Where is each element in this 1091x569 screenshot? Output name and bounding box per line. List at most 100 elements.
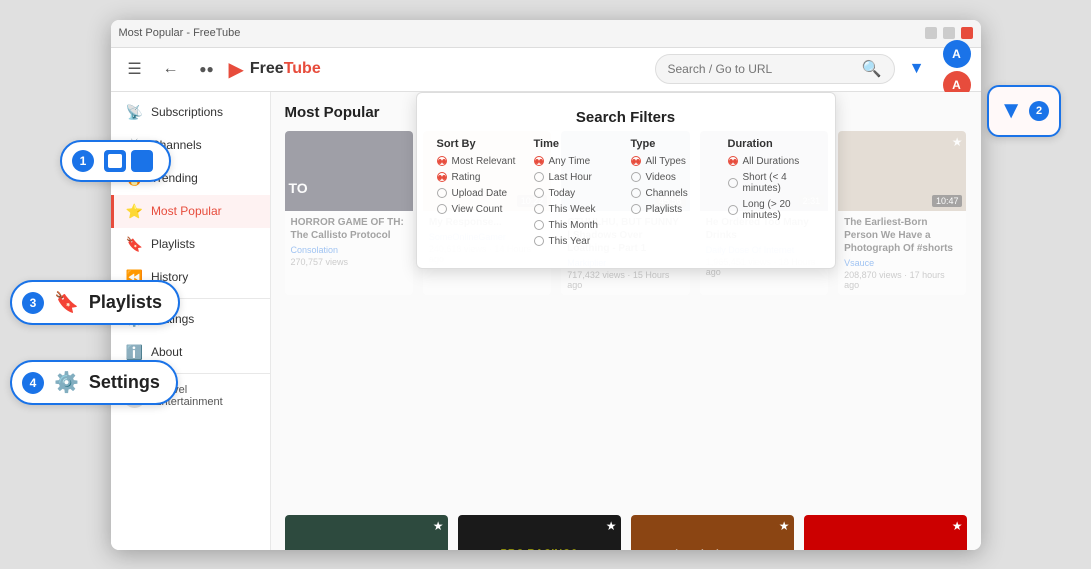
star-icon-9: ★ xyxy=(952,519,963,533)
nav-dots[interactable]: ●● xyxy=(193,55,221,83)
radio-videos xyxy=(631,172,641,182)
sidebar-label-subscriptions: Subscriptions xyxy=(151,105,223,119)
video-card-1[interactable]: TO HORROR GAME OF TH: The Callisto Proto… xyxy=(285,131,413,295)
sidebar-item-playlists[interactable]: 🔖 Playlists xyxy=(111,228,270,261)
filter-playlists[interactable]: Playlists xyxy=(631,204,718,215)
video-thumb-7: ★ 14:80 PRO RACING? xyxy=(458,515,621,550)
sidebar-label-playlists: Playlists xyxy=(151,237,195,251)
type-label: Type xyxy=(631,138,718,150)
filter-upload-date-label: Upload Date xyxy=(452,188,508,199)
video-card-6[interactable]: ★ 1:53 Soldering tips from FUTO workshop… xyxy=(285,515,448,550)
logo: ▶ FreeTube xyxy=(229,57,321,82)
sidebar-item-most-popular[interactable]: ⭐ Most Popular xyxy=(111,195,270,228)
video-card-8[interactable]: ★ 7:37 What's in the BOX? What's Inside … xyxy=(631,515,794,550)
callout-number-1: 1 xyxy=(72,150,94,172)
filter-button[interactable]: ▼ xyxy=(903,55,931,83)
filter-this-month-label: This Month xyxy=(549,220,598,231)
video-meta-1: 270,757 views xyxy=(291,257,407,267)
radio-all-durations xyxy=(728,156,738,166)
video-meta-3: 717,432 views · 15 Hours ago xyxy=(567,270,683,290)
filter-all-durations[interactable]: All Durations xyxy=(728,156,815,167)
radio-most-relevant xyxy=(437,156,447,166)
freetube-logo-icon: ▶ xyxy=(229,57,244,82)
star-icon-8: ★ xyxy=(779,519,790,533)
filter-funnel-icon: ▼ xyxy=(999,97,1023,125)
radio-this-week xyxy=(534,204,544,214)
radio-this-year xyxy=(534,236,544,246)
subscriptions-icon: 📡 xyxy=(126,104,143,121)
filter-this-month[interactable]: This Month xyxy=(534,220,621,231)
sidebar-label-about: About xyxy=(151,345,182,359)
radio-all-types xyxy=(631,156,641,166)
radio-view-count xyxy=(437,204,447,214)
main-content: Most Popular TO HORROR GAME OF TH: The C… xyxy=(271,92,981,550)
search-input[interactable] xyxy=(668,62,856,76)
callout-2-filter: ▼ 2 xyxy=(987,85,1061,137)
filter-long-label: Long (> 20 minutes) xyxy=(743,199,815,221)
filter-this-year[interactable]: This Year xyxy=(534,236,621,247)
filter-short-label: Short (< 4 minutes) xyxy=(743,172,815,194)
video-thumb-6: ★ 1:53 xyxy=(285,515,448,550)
video-card-5[interactable]: 10:47 ★ The Earliest-Born Person We Have… xyxy=(838,131,966,295)
close-button[interactable] xyxy=(961,27,973,39)
sidebar-item-subscriptions[interactable]: 📡 Subscriptions xyxy=(111,96,270,129)
back-button[interactable]: ← xyxy=(157,55,185,83)
callout-settings-label: Settings xyxy=(89,372,160,393)
filter-playlists-label: Playlists xyxy=(646,204,683,215)
radio-long xyxy=(728,205,738,215)
video-card-7[interactable]: ★ 14:80 PRO RACING? Is this worth the ex… xyxy=(458,515,621,550)
filter-rating-label: Rating xyxy=(452,172,481,183)
radio-upload-date xyxy=(437,188,447,198)
logo-tube: Tube xyxy=(284,60,321,77)
racing-thumb-text: PRO RACING? xyxy=(501,548,578,549)
search-bar[interactable]: 🔍 xyxy=(655,54,895,84)
filter-channels[interactable]: Channels xyxy=(631,188,718,199)
filter-rating[interactable]: Rating xyxy=(437,172,524,183)
about-icon: ℹ️ xyxy=(126,344,143,361)
filter-today[interactable]: Today xyxy=(534,188,621,199)
filter-any-time-label: Any Time xyxy=(549,156,591,167)
title-bar: Most Popular - FreeTube xyxy=(111,20,981,48)
callout-number-3: 3 xyxy=(22,292,44,314)
sidebar-label-most-popular: Most Popular xyxy=(151,204,222,218)
maximize-button[interactable] xyxy=(943,27,955,39)
filter-videos-label: Videos xyxy=(646,172,676,183)
playlists-callout-icon: 🔖 xyxy=(54,290,79,315)
filter-col-time: Time Any Time Last Hour Today xyxy=(534,138,621,252)
filter-short[interactable]: Short (< 4 minutes) xyxy=(728,172,815,194)
video-thumb-1: TO xyxy=(285,131,413,211)
callout-number-4: 4 xyxy=(22,372,44,394)
filter-all-types[interactable]: All Types xyxy=(631,156,718,167)
radio-any-time xyxy=(534,156,544,166)
avatar-top[interactable]: A xyxy=(943,40,971,68)
box-thumb-text: What's in the BOX? xyxy=(666,549,758,550)
menu-button[interactable]: ☰ xyxy=(121,55,149,83)
search-icon: 🔍 xyxy=(862,59,882,79)
radio-rating xyxy=(437,172,447,182)
minimize-button[interactable] xyxy=(925,27,937,39)
logo-free: Free xyxy=(250,60,284,77)
filter-today-label: Today xyxy=(549,188,576,199)
callout-number-2: 2 xyxy=(1029,101,1049,121)
filter-col-sort-by: Sort By Most Relevant Rating Upload Date xyxy=(437,138,524,252)
callout-4: 4 ⚙️ Settings xyxy=(10,360,178,405)
filter-view-count[interactable]: View Count xyxy=(437,204,524,215)
video-duration-5: 10:47 xyxy=(932,195,963,207)
filter-any-time[interactable]: Any Time xyxy=(534,156,621,167)
sort-by-label: Sort By xyxy=(437,138,524,150)
search-filters-panel: Search Filters Sort By Most Relevant Rat… xyxy=(416,92,836,269)
callout-playlists-label: Playlists xyxy=(89,292,162,313)
duration-label: Duration xyxy=(728,138,815,150)
window-title: Most Popular - FreeTube xyxy=(119,27,241,39)
filter-videos[interactable]: Videos xyxy=(631,172,718,183)
video-thumb-8: ★ 7:37 What's in the BOX? xyxy=(631,515,794,550)
filter-upload-date[interactable]: Upload Date xyxy=(437,188,524,199)
video-card-9[interactable]: ★ 15:46 FREE UPGRADE I'm Embarrassed I D… xyxy=(804,515,967,550)
video-info-1: HORROR GAME OF TH: The Callisto Protocol… xyxy=(285,211,413,272)
filter-last-hour[interactable]: Last Hour xyxy=(534,172,621,183)
filter-most-relevant[interactable]: Most Relevant xyxy=(437,156,524,167)
radio-channels xyxy=(631,188,641,198)
playlists-icon: 🔖 xyxy=(126,236,143,253)
filter-long[interactable]: Long (> 20 minutes) xyxy=(728,199,815,221)
filter-this-week[interactable]: This Week xyxy=(534,204,621,215)
